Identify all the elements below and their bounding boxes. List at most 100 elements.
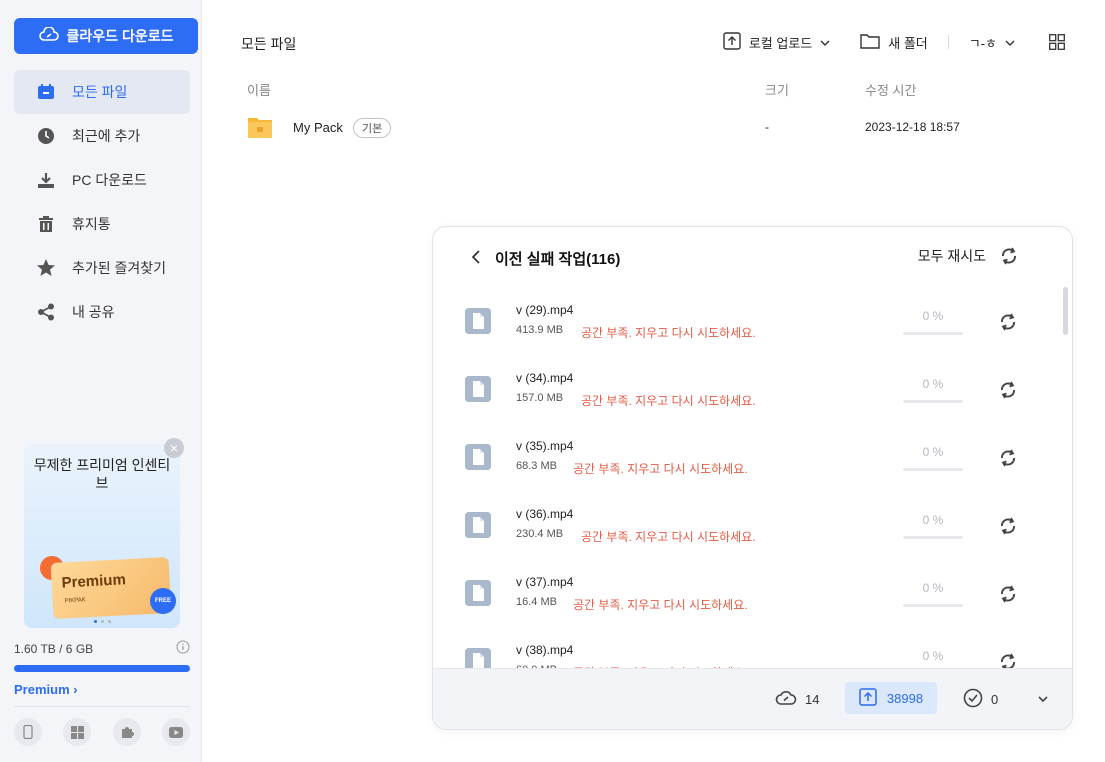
panel-title: 이전 실패 작업(116) [495, 251, 621, 268]
sidebar-item-label: 추가된 즐겨찾기 [72, 260, 167, 276]
grid-view-icon[interactable] [1049, 34, 1065, 50]
premium-promo-banner[interactable]: 무제한 프리미엄 인센티브 Premium PIKPAK FREE [24, 444, 180, 628]
failed-task-row[interactable]: v (34).mp4 157.0 MB 공간 부족. 지우고 다시 시도하세요. 0 … [433, 355, 1053, 423]
new-folder-button[interactable]: 새 폴더 [860, 33, 928, 52]
retry-all-button[interactable]: 모두 재시도 [918, 246, 986, 266]
task-file-size: 68.3 MB [516, 460, 557, 472]
failed-task-row[interactable]: v (38).mp460.0 MB공간 부족. 지우고 다시 시도하세요.0 % [433, 627, 1053, 670]
windows-icon[interactable] [63, 718, 92, 746]
task-progress-text: 0 % [922, 309, 944, 323]
promo-dot[interactable] [107, 620, 111, 623]
file-icon [465, 376, 491, 402]
task-file-name: v (38).mp4 [516, 643, 574, 657]
file-modified: 2023-12-18 18:57 [865, 120, 960, 134]
task-error-message: 공간 부족. 지우고 다시 시도하세요. [581, 530, 756, 544]
all-files-icon [36, 82, 56, 102]
premium-link[interactable]: Premium › [14, 682, 190, 697]
new-folder-label: 새 폴더 [888, 35, 928, 51]
trash-icon [36, 214, 56, 234]
column-header-size[interactable]: 크기 [765, 80, 789, 99]
completed-tasks-button[interactable]: 0 [963, 669, 998, 729]
chevron-down-icon [820, 35, 830, 50]
failed-task-row[interactable]: v (36).mp4 230.4 MB 공간 부족. 지우고 다시 시도하세요. 0 … [433, 491, 1053, 559]
folder-icon [247, 114, 273, 140]
task-error-message: 공간 부족. 지우고 다시 시도하세요. [573, 598, 748, 612]
storage-usage: 1.60 TB / 6 GB Premium › [14, 640, 190, 697]
file-icon [465, 580, 491, 606]
promo-title: 무제한 프리미엄 인센티브 [33, 457, 171, 491]
cloud-download-button[interactable]: 클라우드 다운로드 [14, 18, 198, 54]
retry-icon[interactable] [997, 447, 1019, 469]
panel-footer: 14 38998 0 [433, 668, 1072, 729]
premium-card-label: Premium [61, 571, 127, 592]
storage-progress-bar [14, 665, 190, 672]
failed-task-row[interactable]: v (29).mp4 413.9 MB 공간 부족. 지우고 다시 시도하세요. 0 … [433, 287, 1053, 355]
task-file-name: v (34).mp4 [516, 371, 574, 385]
file-row[interactable]: My Pack 기본 - 2023-12-18 18:57 [243, 112, 1063, 142]
sidebar-item-pc-download[interactable]: PC 다운로드 [14, 158, 190, 202]
retry-icon[interactable] [997, 379, 1019, 401]
failed-task-row[interactable]: v (35).mp4 68.3 MB 공간 부족. 지우고 다시 시도하세요. 0 % [433, 423, 1053, 491]
task-error-message: 공간 부족. 지우고 다시 시도하세요. [581, 394, 756, 408]
column-header-name[interactable]: 이름 [247, 80, 271, 99]
sidebar: 클라우드 다운로드 모든 파일 최근에 추가 PC 다운로드 휴지통 추가된 즐… [0, 0, 202, 762]
free-badge: FREE [150, 588, 176, 614]
info-icon[interactable] [176, 640, 190, 657]
upload-count: 38998 [886, 690, 924, 706]
task-file-size: 230.4 MB [516, 528, 564, 540]
retry-icon[interactable] [998, 245, 1020, 267]
chevron-right-icon: › [73, 682, 78, 697]
local-upload-label: 로컬 업로드 [748, 35, 813, 51]
file-icon [465, 648, 491, 670]
retry-icon[interactable] [997, 583, 1019, 605]
chevron-down-icon[interactable] [1033, 689, 1053, 709]
chevron-down-icon [1005, 35, 1015, 50]
back-icon[interactable] [469, 248, 485, 266]
cloud-download-label: 클라우드 다운로드 [66, 28, 174, 44]
task-progress-bar [903, 604, 963, 607]
sidebar-item-my-share[interactable]: 내 공유 [14, 290, 190, 334]
sidebar-item-label: 최근에 추가 [72, 128, 141, 144]
task-error-message: 공간 부족. 지우고 다시 시도하세요. [581, 326, 756, 340]
upload-tasks-button[interactable]: 38998 [845, 682, 937, 714]
column-header-modified[interactable]: 수정 시간 [865, 80, 916, 99]
sidebar-item-favorites[interactable]: 추가된 즐겨찾기 [14, 246, 190, 290]
upload-icon [723, 31, 741, 53]
task-file-name: v (29).mp4 [516, 303, 574, 317]
default-tag: 기본 [353, 118, 392, 138]
task-progress-bar [903, 332, 963, 335]
toolbar-divider [947, 35, 949, 49]
page-title: 모든 파일 [241, 36, 297, 52]
task-progress-text: 0 % [922, 581, 944, 595]
failed-task-row[interactable]: v (37).mp4 16.4 MB 공간 부족. 지우고 다시 시도하세요. 0 % [433, 559, 1053, 627]
local-upload-button[interactable]: 로컬 업로드 [723, 31, 830, 53]
task-progress-bar [903, 468, 963, 471]
clock-icon [36, 126, 56, 146]
promo-dot[interactable] [100, 620, 104, 623]
task-file-size: 157.0 MB [516, 392, 564, 404]
failed-tasks-panel: 이전 실패 작업(116) 모두 재시도 v (29).mp4 413.9 MB 공… [432, 226, 1073, 730]
file-icon [465, 512, 491, 538]
upload-icon [859, 687, 877, 709]
scrollbar[interactable] [1063, 287, 1068, 335]
link-count: 14 [805, 691, 820, 707]
link-tasks-button[interactable]: 14 [775, 669, 819, 729]
sidebar-item-trash[interactable]: 휴지통 [14, 202, 190, 246]
retry-icon[interactable] [997, 515, 1019, 537]
promo-dot[interactable] [93, 620, 97, 623]
file-name: My Pack [293, 120, 343, 135]
phone-icon[interactable] [14, 718, 42, 746]
youtube-icon[interactable] [161, 718, 190, 746]
premium-link-label: Premium [14, 682, 70, 697]
task-progress-text: 0 % [922, 513, 944, 527]
premium-card-brand: PIKPAK [64, 597, 87, 605]
sidebar-item-recent[interactable]: 최근에 추가 [14, 114, 190, 158]
promo-close-icon[interactable]: × [164, 438, 184, 458]
failed-task-list[interactable]: v (29).mp4 413.9 MB 공간 부족. 지우고 다시 시도하세요. 0 … [433, 287, 1072, 670]
extension-icon[interactable] [112, 718, 141, 746]
sort-button[interactable]: ㄱ-ㅎ [969, 33, 1015, 52]
divider [14, 706, 190, 707]
retry-icon[interactable] [997, 311, 1019, 333]
file-icon [465, 444, 491, 470]
sidebar-item-all-files[interactable]: 모든 파일 [14, 70, 190, 114]
